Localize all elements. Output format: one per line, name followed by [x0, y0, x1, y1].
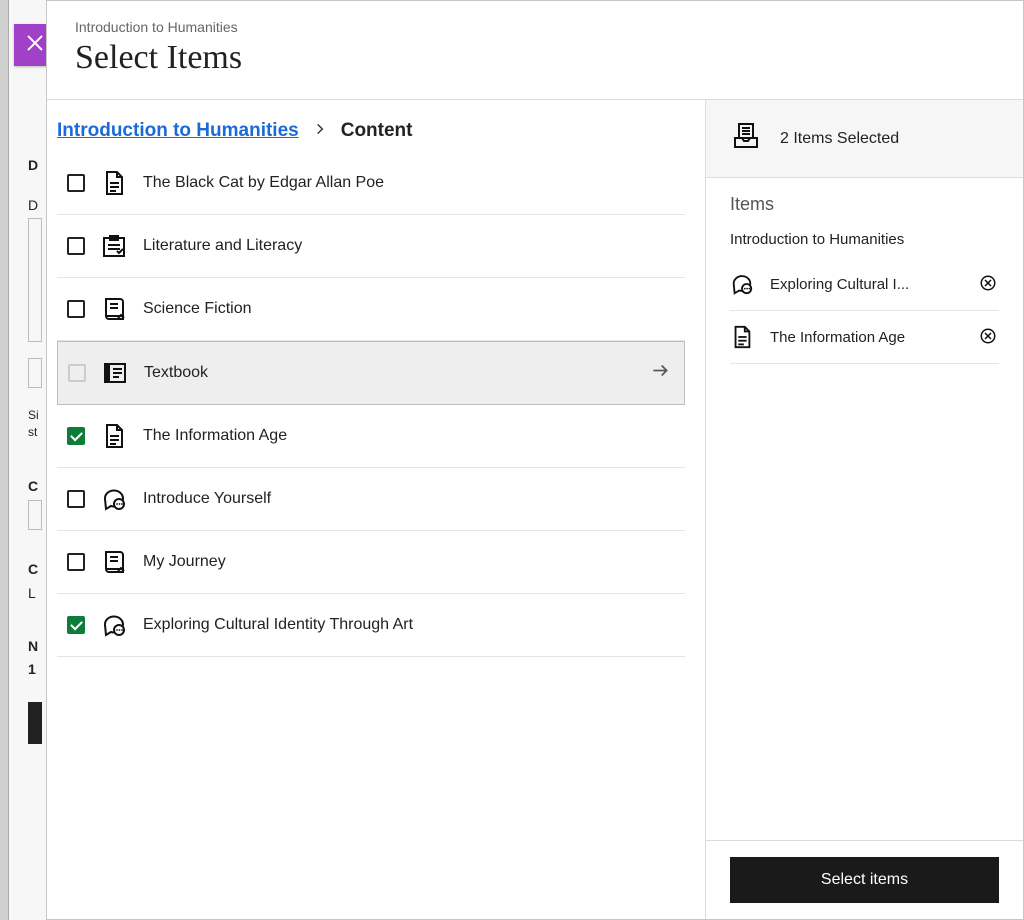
content-item-row[interactable]: Literature and Literacy — [57, 215, 685, 278]
tray-icon — [730, 120, 762, 157]
bg-box — [28, 218, 42, 342]
content-item-row[interactable]: Science Fiction — [57, 278, 685, 341]
content-item-row[interactable]: The Black Cat by Edgar Allan Poe — [57, 152, 685, 215]
chevron-right-icon — [313, 120, 327, 142]
header-subtitle: Introduction to Humanities — [75, 19, 995, 35]
item-label: Introduce Yourself — [143, 490, 271, 508]
document-icon — [101, 423, 127, 449]
item-checkbox[interactable] — [68, 364, 86, 382]
bg-dark-button — [28, 702, 42, 744]
breadcrumb-root-link[interactable]: Introduction to Humanities — [57, 120, 299, 142]
journal-icon — [101, 296, 127, 322]
bg-frag: 1 — [28, 660, 36, 680]
selected-group-title: Introduction to Humanities — [730, 231, 999, 248]
selection-summary: 2 Items Selected — [706, 100, 1023, 178]
selected-items-heading: Items — [730, 194, 999, 215]
content-item-row[interactable]: Introduce Yourself — [57, 468, 685, 531]
item-checkbox[interactable] — [67, 237, 85, 255]
bg-frag: C — [28, 560, 38, 580]
dialog-footer: Select items — [706, 840, 1023, 919]
document-icon — [730, 325, 754, 349]
header-title: Select Items — [75, 39, 995, 77]
journal-icon — [101, 549, 127, 575]
content-folder-row[interactable]: Textbook — [57, 341, 685, 405]
assignment-icon — [101, 233, 127, 259]
breadcrumb-current: Content — [341, 120, 413, 142]
bg-frag: D — [28, 156, 38, 176]
discussion-icon — [101, 612, 127, 638]
breadcrumb: Introduction to Humanities Content — [47, 100, 705, 152]
dialog-body: Introduction to Humanities Content The B… — [47, 100, 1023, 919]
bg-box — [28, 500, 42, 530]
selected-items-list: Exploring Cultural I... The Information A… — [730, 258, 999, 364]
bg-frag: Si — [28, 407, 39, 424]
arrow-right-icon — [650, 361, 670, 386]
discussion-icon — [730, 272, 754, 296]
remove-selected-button[interactable] — [979, 327, 999, 347]
bg-frag: st — [28, 424, 37, 441]
item-label: The Black Cat by Edgar Allan Poe — [143, 174, 384, 192]
selection-column: 2 Items Selected Items Introduction to H… — [705, 100, 1023, 919]
item-checkbox[interactable] — [67, 490, 85, 508]
item-label: The Information Age — [143, 427, 287, 445]
textbook-icon — [102, 360, 128, 386]
bg-box — [28, 358, 42, 388]
content-column: Introduction to Humanities Content The B… — [47, 100, 705, 919]
selected-item-label: Exploring Cultural I... — [770, 276, 963, 293]
item-checkbox[interactable] — [67, 427, 85, 445]
selected-item-row: The Information Age — [730, 311, 999, 364]
item-label: Literature and Literacy — [143, 237, 302, 255]
content-item-row[interactable]: My Journey — [57, 531, 685, 594]
item-label: Exploring Cultural Identity Through Art — [143, 616, 413, 634]
content-item-list: The Black Cat by Edgar Allan Poe Literatu… — [57, 152, 685, 657]
selected-item-label: The Information Age — [770, 329, 963, 346]
item-checkbox[interactable] — [67, 300, 85, 318]
selection-count-label: 2 Items Selected — [780, 130, 899, 148]
select-items-dialog: Introduction to Humanities Select Items … — [46, 0, 1024, 920]
bg-frag: L — [28, 584, 36, 604]
selected-items-pane: Items Introduction to Humanities Explori… — [706, 178, 1023, 840]
remove-selected-button[interactable] — [979, 274, 999, 294]
bg-frag: C — [28, 477, 38, 497]
content-item-row[interactable]: Exploring Cultural Identity Through Art — [57, 594, 685, 657]
item-checkbox[interactable] — [67, 553, 85, 571]
bg-frag: D — [28, 196, 38, 216]
item-label: Textbook — [144, 364, 208, 382]
discussion-icon — [101, 486, 127, 512]
item-checkbox[interactable] — [67, 616, 85, 634]
item-label: Science Fiction — [143, 300, 252, 318]
selected-item-row: Exploring Cultural I... — [730, 258, 999, 311]
item-checkbox[interactable] — [67, 174, 85, 192]
bg-frag: N — [28, 637, 38, 657]
select-items-button[interactable]: Select items — [730, 857, 999, 903]
dialog-header: Introduction to Humanities Select Items — [47, 1, 1023, 100]
close-icon — [24, 32, 46, 59]
content-item-row[interactable]: The Information Age — [57, 405, 685, 468]
background-left-strip — [0, 0, 9, 920]
item-label: My Journey — [143, 553, 226, 571]
document-icon — [101, 170, 127, 196]
